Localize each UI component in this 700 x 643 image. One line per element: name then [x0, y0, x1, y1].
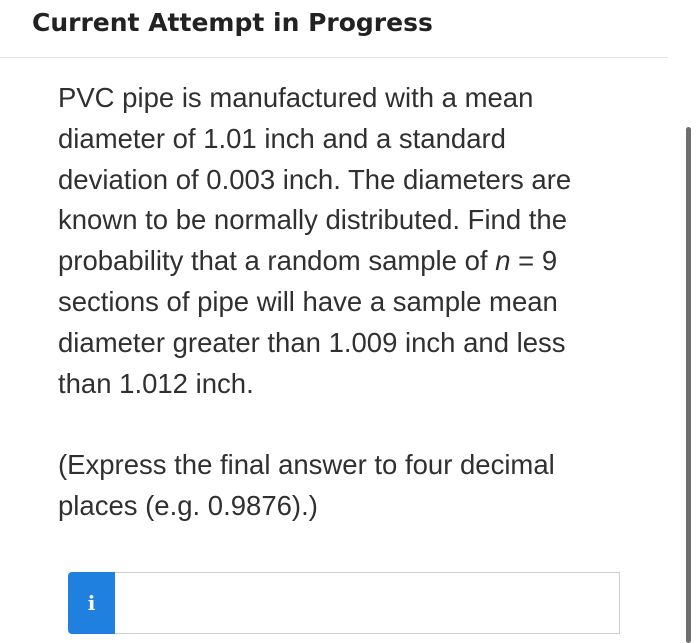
page-title: Current Attempt in Progress	[32, 8, 433, 37]
question-page: Current Attempt in Progress PVC pipe is …	[0, 0, 700, 643]
vertical-scrollbar[interactable]	[686, 127, 691, 643]
answer-input[interactable]	[115, 572, 620, 634]
answer-row: i	[68, 572, 620, 634]
answer-instruction: (Express the final answer to four decima…	[58, 449, 555, 522]
question-body: PVC pipe is manufactured with a mean dia…	[58, 78, 618, 527]
info-glyph: i	[87, 591, 96, 615]
attempt-header: Current Attempt in Progress	[0, 0, 668, 58]
info-icon[interactable]: i	[68, 572, 115, 634]
variable-n: n	[495, 245, 511, 277]
question-text: PVC pipe is manufactured with a mean dia…	[58, 78, 618, 404]
